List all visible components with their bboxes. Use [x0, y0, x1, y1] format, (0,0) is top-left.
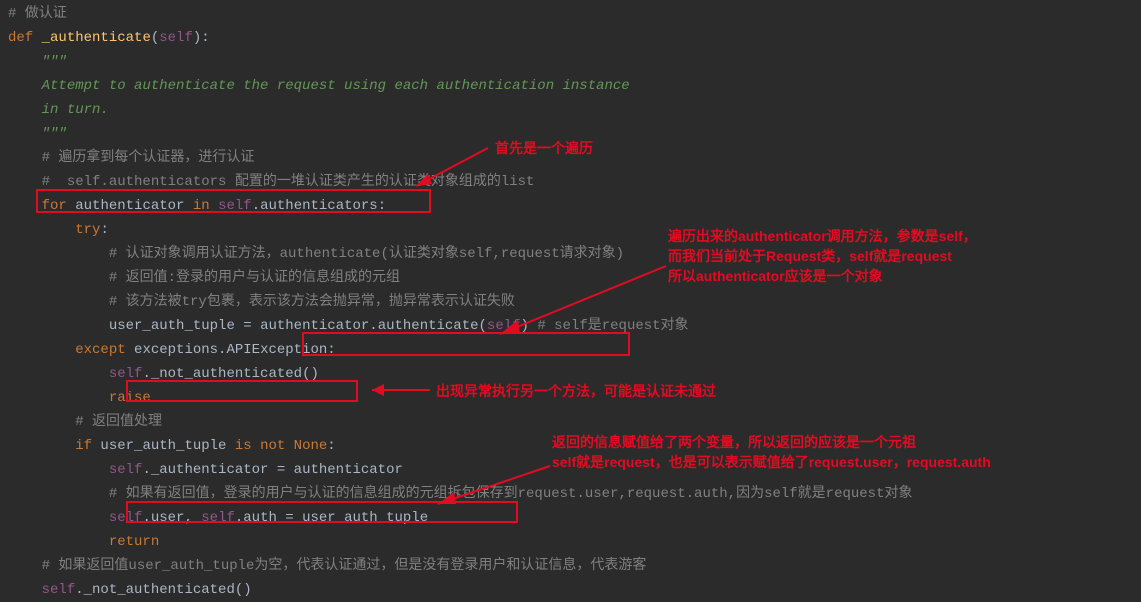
code-comment: # 返回值处理 [75, 414, 162, 430]
keyword-if: if [75, 438, 92, 454]
code-comment: # self.authenticators 配置的一堆认证类产生的认证类对象组成… [42, 174, 535, 190]
annotation-text-1: 首先是一个遍历 [495, 138, 593, 158]
func-name: _authenticate [42, 30, 151, 46]
code-comment: # 认证对象调用认证方法，authenticate(认证类对象self,requ… [109, 246, 624, 262]
param-self: self [159, 30, 193, 46]
code-comment: # 做认证 [8, 6, 67, 22]
annotation-text-4: 返回的信息赋值给了两个变量，所以返回的应该是一个元祖 self就是request… [552, 432, 991, 472]
code-comment: # 如果返回值user_auth_tuple为空，代表认证通过，但是没有登录用户… [42, 558, 647, 574]
keyword-def: def [8, 30, 33, 46]
docstring: Attempt to authenticate the request usin… [42, 78, 630, 94]
code-comment: # 返回值:登录的用户与认证的信息组成的元组 [109, 270, 400, 286]
keyword-try: try [75, 222, 100, 238]
code-comment: # 遍历拿到每个认证器，进行认证 [42, 150, 255, 166]
keyword-raise: raise [109, 390, 151, 406]
code-comment: # 该方法被try包裹，表示该方法会抛异常，抛异常表示认证失败 [109, 294, 515, 310]
code-comment: # 如果有返回值，登录的用户与认证的信息组成的元组拆包保存到request.us… [109, 486, 913, 502]
keyword-for: for [42, 198, 67, 214]
keyword-except: except [75, 342, 125, 358]
annotation-text-2: 遍历出来的authenticator调用方法，参数是self， 而我们当前处于R… [668, 226, 977, 286]
annotation-text-3: 出现异常执行另一个方法，可能是认证未通过 [436, 381, 716, 401]
code-editor[interactable]: # 做认证 def _authenticate(self): """ Attem… [8, 2, 1133, 602]
keyword-return: return [109, 534, 159, 550]
